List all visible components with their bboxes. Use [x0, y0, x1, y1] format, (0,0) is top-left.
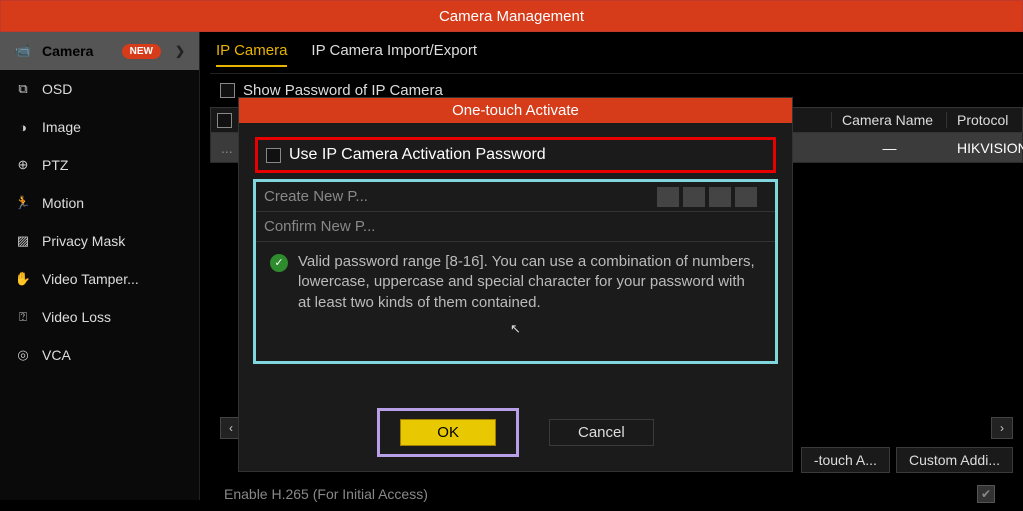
create-password-row: Create New P... — [256, 182, 775, 212]
new-badge: NEW — [122, 44, 161, 59]
sidebar-item-label: Video Tamper... — [42, 271, 139, 287]
osd-icon: ⧉ — [14, 81, 32, 97]
sidebar-item-label: Camera — [42, 43, 93, 59]
tamper-icon: ✋ — [14, 271, 32, 287]
sidebar-item-vca[interactable]: ◎ VCA — [0, 336, 199, 374]
sidebar-item-image[interactable]: ◑ Image — [0, 108, 199, 146]
use-ip-camera-password-row: Use IP Camera Activation Password — [255, 137, 776, 173]
tab-bar: IP Camera IP Camera Import/Export — [210, 32, 1023, 74]
one-touch-activate-dialog: One-touch Activate Use IP Camera Activat… — [238, 97, 793, 472]
mask-icon: ▨ — [14, 233, 32, 249]
sidebar-item-label: Image — [42, 119, 81, 135]
use-ip-camera-password-checkbox[interactable] — [266, 148, 281, 163]
sidebar: 📹 Camera NEW ❯ ⧉ OSD ◑ Image ⊕ PTZ 🏃 Mot… — [0, 32, 200, 500]
sidebar-item-label: OSD — [42, 81, 72, 97]
show-password-checkbox[interactable] — [220, 83, 235, 98]
camera-icon: 📹 — [14, 43, 32, 59]
select-all-checkbox[interactable] — [217, 113, 232, 128]
one-touch-button[interactable]: -touch A... — [801, 447, 890, 473]
cell-protocol: HIKVISION — [947, 140, 1022, 156]
enable-h265-checkbox[interactable]: ✔ — [977, 485, 995, 503]
sidebar-item-label: VCA — [42, 347, 71, 363]
sidebar-item-label: Motion — [42, 195, 84, 211]
enable-h265-row: Enable H.265 (For Initial Access) ✔ — [210, 477, 1023, 511]
sidebar-item-privacy-mask[interactable]: ▨ Privacy Mask — [0, 222, 199, 260]
col-camera-name: Camera Name — [832, 112, 947, 128]
create-password-label: Create New P... — [264, 188, 434, 205]
password-section: Create New P... Confirm New P... ✓ Valid… — [253, 179, 778, 364]
sidebar-item-label: PTZ — [42, 157, 68, 173]
password-hint: ✓ Valid password range [8-16]. You can u… — [256, 242, 775, 317]
col-protocol: Protocol — [947, 112, 1022, 128]
cursor-icon: ↖ — [256, 321, 775, 337]
confirm-password-row: Confirm New P... — [256, 212, 775, 242]
ptz-icon: ⊕ — [14, 157, 32, 173]
password-strength-indicator — [657, 187, 757, 207]
motion-icon: 🏃 — [14, 195, 32, 211]
password-hint-text: Valid password range [8-16]. You can use… — [298, 252, 757, 313]
check-icon: ✓ — [270, 254, 288, 272]
chevron-right-icon: ❯ — [175, 44, 185, 58]
sidebar-item-ptz[interactable]: ⊕ PTZ — [0, 146, 199, 184]
cancel-button[interactable]: Cancel — [549, 419, 654, 446]
tab-ip-camera[interactable]: IP Camera — [216, 42, 287, 67]
custom-add-button[interactable]: Custom Addi... — [896, 447, 1013, 473]
use-ip-camera-password-label: Use IP Camera Activation Password — [289, 146, 546, 164]
scroll-right-button[interactable]: › — [991, 417, 1013, 439]
ok-button[interactable]: OK — [400, 419, 496, 446]
vca-icon: ◎ — [14, 347, 32, 363]
ok-button-highlight: OK — [377, 408, 519, 457]
sidebar-item-video-loss[interactable]: ⍰ Video Loss — [0, 298, 199, 336]
cell-camera-name: — — [832, 140, 947, 156]
sidebar-item-camera[interactable]: 📹 Camera NEW ❯ — [0, 32, 199, 70]
image-icon: ◑ — [14, 119, 32, 135]
confirm-password-label: Confirm New P... — [264, 218, 434, 235]
tab-ip-camera-import-export[interactable]: IP Camera Import/Export — [311, 42, 477, 67]
window-title: Camera Management — [0, 0, 1023, 32]
sidebar-item-label: Video Loss — [42, 309, 111, 325]
video-loss-icon: ⍰ — [14, 309, 32, 325]
sidebar-item-motion[interactable]: 🏃 Motion — [0, 184, 199, 222]
sidebar-item-video-tamper[interactable]: ✋ Video Tamper... — [0, 260, 199, 298]
dialog-title: One-touch Activate — [239, 98, 792, 123]
sidebar-item-osd[interactable]: ⧉ OSD — [0, 70, 199, 108]
sidebar-item-label: Privacy Mask — [42, 233, 125, 249]
